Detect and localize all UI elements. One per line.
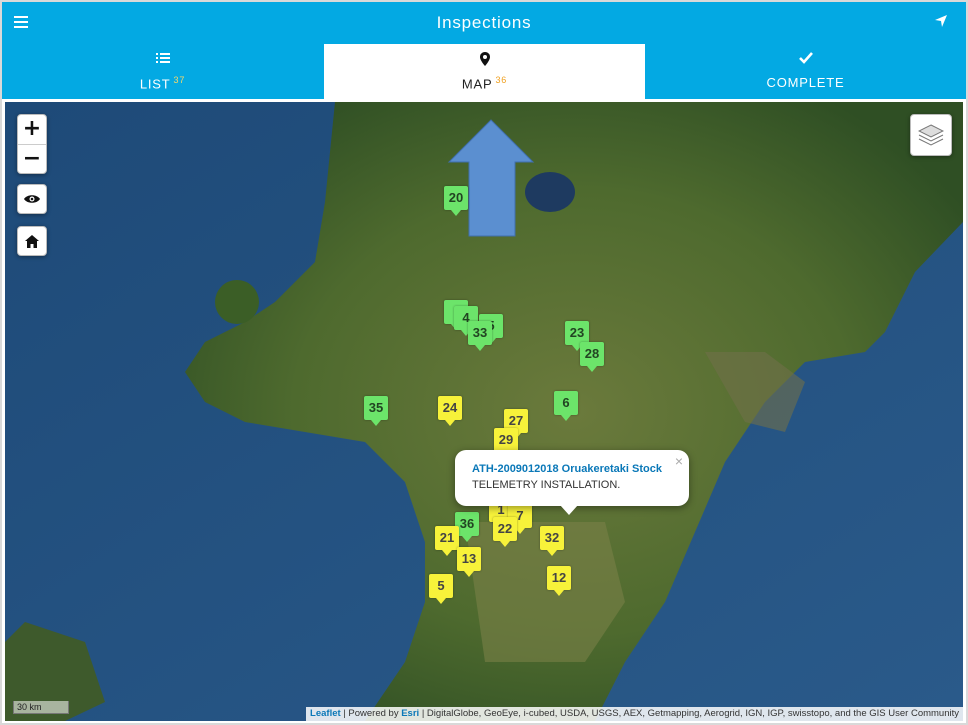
map-marker[interactable]: 5 [429,574,453,604]
tab-map-label: MAP 36 [461,75,508,92]
map-view[interactable]: + − 20 4 5 33 23 28 35 24 6 27 29 1 7 36… [5,102,963,721]
page-title: Inspections [436,13,532,32]
tab-bar: LIST 37 MAP 36 COMPLETE [2,44,966,99]
esri-link[interactable]: Esri [401,708,419,719]
checkmark-icon [645,52,966,68]
scale-bar: 30 km [13,701,69,714]
attribution-sources: | DigitalGlobe, GeoEye, i-cubed, USDA, U… [421,708,959,719]
tab-map-count: 36 [495,75,508,85]
layers-icon[interactable] [910,114,952,156]
zoom-in-button[interactable]: + [18,115,46,145]
map-marker[interactable]: 29 [494,428,518,458]
popup-title-link[interactable]: ATH-2009012018 Oruakeretaki Stock [472,463,662,475]
map-marker[interactable]: 21 [435,526,459,556]
satellite-map-image [5,102,963,721]
map-attribution: Leaflet | Powered by Esri | DigitalGlobe… [306,707,963,721]
home-icon[interactable] [17,226,47,256]
tab-list[interactable]: LIST 37 [2,44,323,99]
list-icon [2,52,323,68]
tab-complete[interactable]: COMPLETE [645,44,966,99]
tab-list-count: 37 [173,75,186,85]
zoom-out-button[interactable]: − [18,145,46,174]
popup-description: TELEMETRY INSTALLATION. [472,479,621,491]
map-pin-icon [324,52,645,68]
eye-icon[interactable] [17,184,47,214]
map-marker[interactable]: 35 [364,396,388,426]
tab-list-label: LIST 37 [139,75,186,92]
tab-complete-label: COMPLETE [766,75,845,90]
map-marker[interactable]: 32 [540,526,564,556]
map-marker[interactable]: 24 [438,396,462,426]
zoom-control: + − [17,114,47,174]
leaflet-link[interactable]: Leaflet [310,708,341,719]
map-marker[interactable]: 12 [547,566,571,596]
navigation-arrow-icon[interactable] [934,14,948,33]
map-marker[interactable]: 20 [444,186,468,216]
close-icon[interactable]: × [675,453,683,469]
attribution-powered: | Powered by [343,708,399,719]
tab-map[interactable]: MAP 36 [324,44,645,99]
map-marker[interactable]: 6 [554,391,578,421]
map-marker[interactable]: 33 [468,321,492,351]
marker-popup: ATH-2009012018 Oruakeretaki Stock TELEME… [455,450,689,515]
map-marker[interactable]: 28 [580,342,604,372]
header-bar: Inspections [2,2,966,44]
map-marker[interactable]: 13 [457,547,481,577]
map-marker[interactable]: 22 [493,517,517,547]
